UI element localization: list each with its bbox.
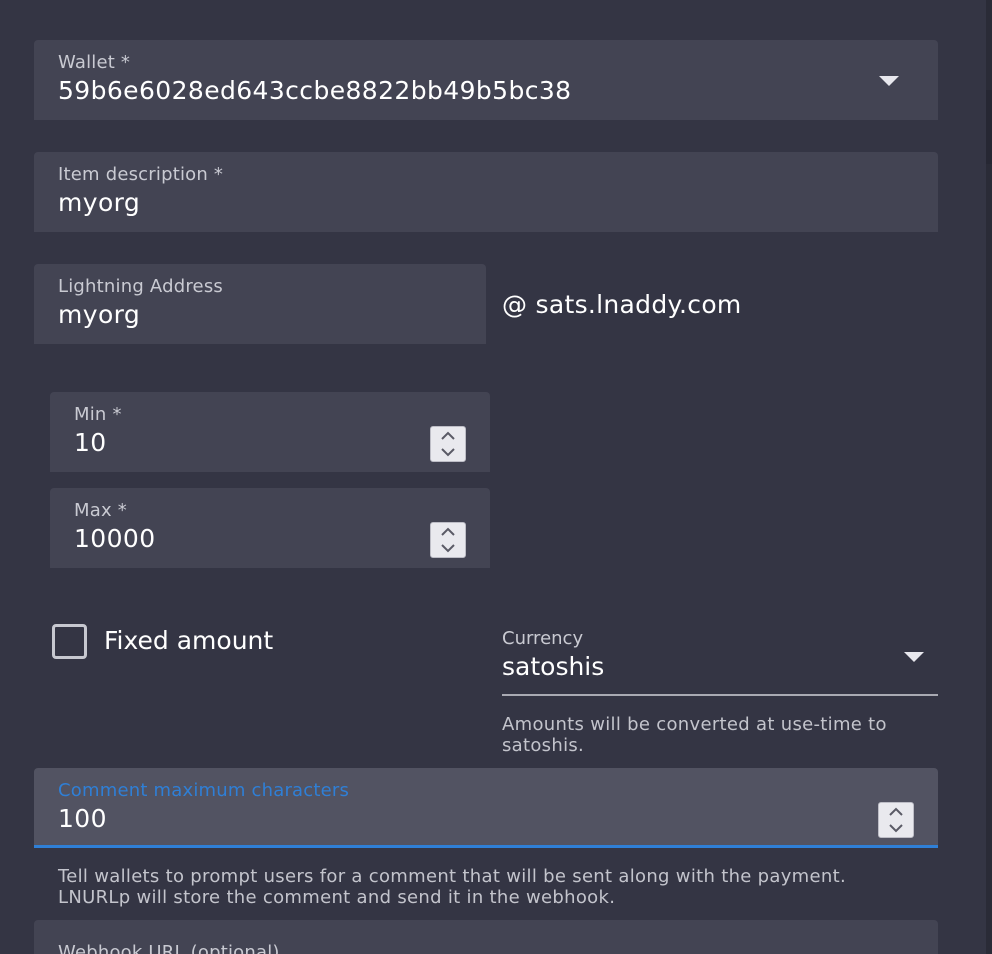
scroll-edge-mark: [986, 90, 992, 164]
item-description-field[interactable]: Item description * myorg: [34, 152, 938, 232]
caret-down-icon[interactable]: [904, 652, 924, 662]
comment-hint: Tell wallets to prompt users for a comme…: [58, 866, 846, 908]
min-label: Min *: [74, 404, 122, 425]
wallet-label: Wallet *: [58, 52, 131, 73]
fixed-amount-checkbox[interactable]: [52, 624, 87, 659]
currency-hint: Amounts will be converted at use-time to…: [502, 714, 887, 756]
webhook-field[interactable]: Webhook URL (optional): [34, 920, 938, 954]
currency-select[interactable]: Currency satoshis: [502, 624, 938, 696]
currency-label: Currency: [502, 628, 584, 649]
comment-max-label: Comment maximum characters: [58, 780, 350, 801]
min-stepper-icon[interactable]: [430, 426, 466, 462]
comment-max-value: 100: [58, 804, 107, 833]
lightning-address-label: Lightning Address: [58, 276, 223, 297]
lightning-address-suffix: @ sats.lnaddy.com: [502, 290, 742, 319]
currency-value: satoshis: [502, 652, 605, 681]
comment-max-field[interactable]: Comment maximum characters 100: [34, 768, 938, 848]
max-label: Max *: [74, 500, 127, 521]
webhook-label: Webhook URL (optional): [58, 942, 280, 954]
lightning-address-value: myorg: [58, 300, 141, 329]
comment-stepper-icon[interactable]: [878, 802, 914, 838]
lightning-address-field[interactable]: Lightning Address myorg: [34, 264, 486, 344]
max-field[interactable]: Max * 10000: [50, 488, 490, 568]
stepper-arrows-icon: [441, 431, 455, 457]
max-value: 10000: [74, 524, 156, 553]
stepper-arrows-icon: [441, 527, 455, 553]
fixed-amount-label[interactable]: Fixed amount: [104, 626, 273, 655]
wallet-select[interactable]: Wallet * 59b6e6028ed643ccbe8822bb49b5bc3…: [34, 40, 938, 120]
caret-down-icon[interactable]: [879, 76, 899, 86]
item-description-label: Item description *: [58, 164, 224, 185]
scroll-edge: [986, 0, 992, 954]
item-description-value: myorg: [58, 188, 141, 217]
max-stepper-icon[interactable]: [430, 522, 466, 558]
wallet-value: 59b6e6028ed643ccbe8822bb49b5bc38: [58, 76, 572, 105]
stepper-arrows-icon: [889, 807, 903, 833]
min-field[interactable]: Min * 10: [50, 392, 490, 472]
min-value: 10: [74, 428, 107, 457]
